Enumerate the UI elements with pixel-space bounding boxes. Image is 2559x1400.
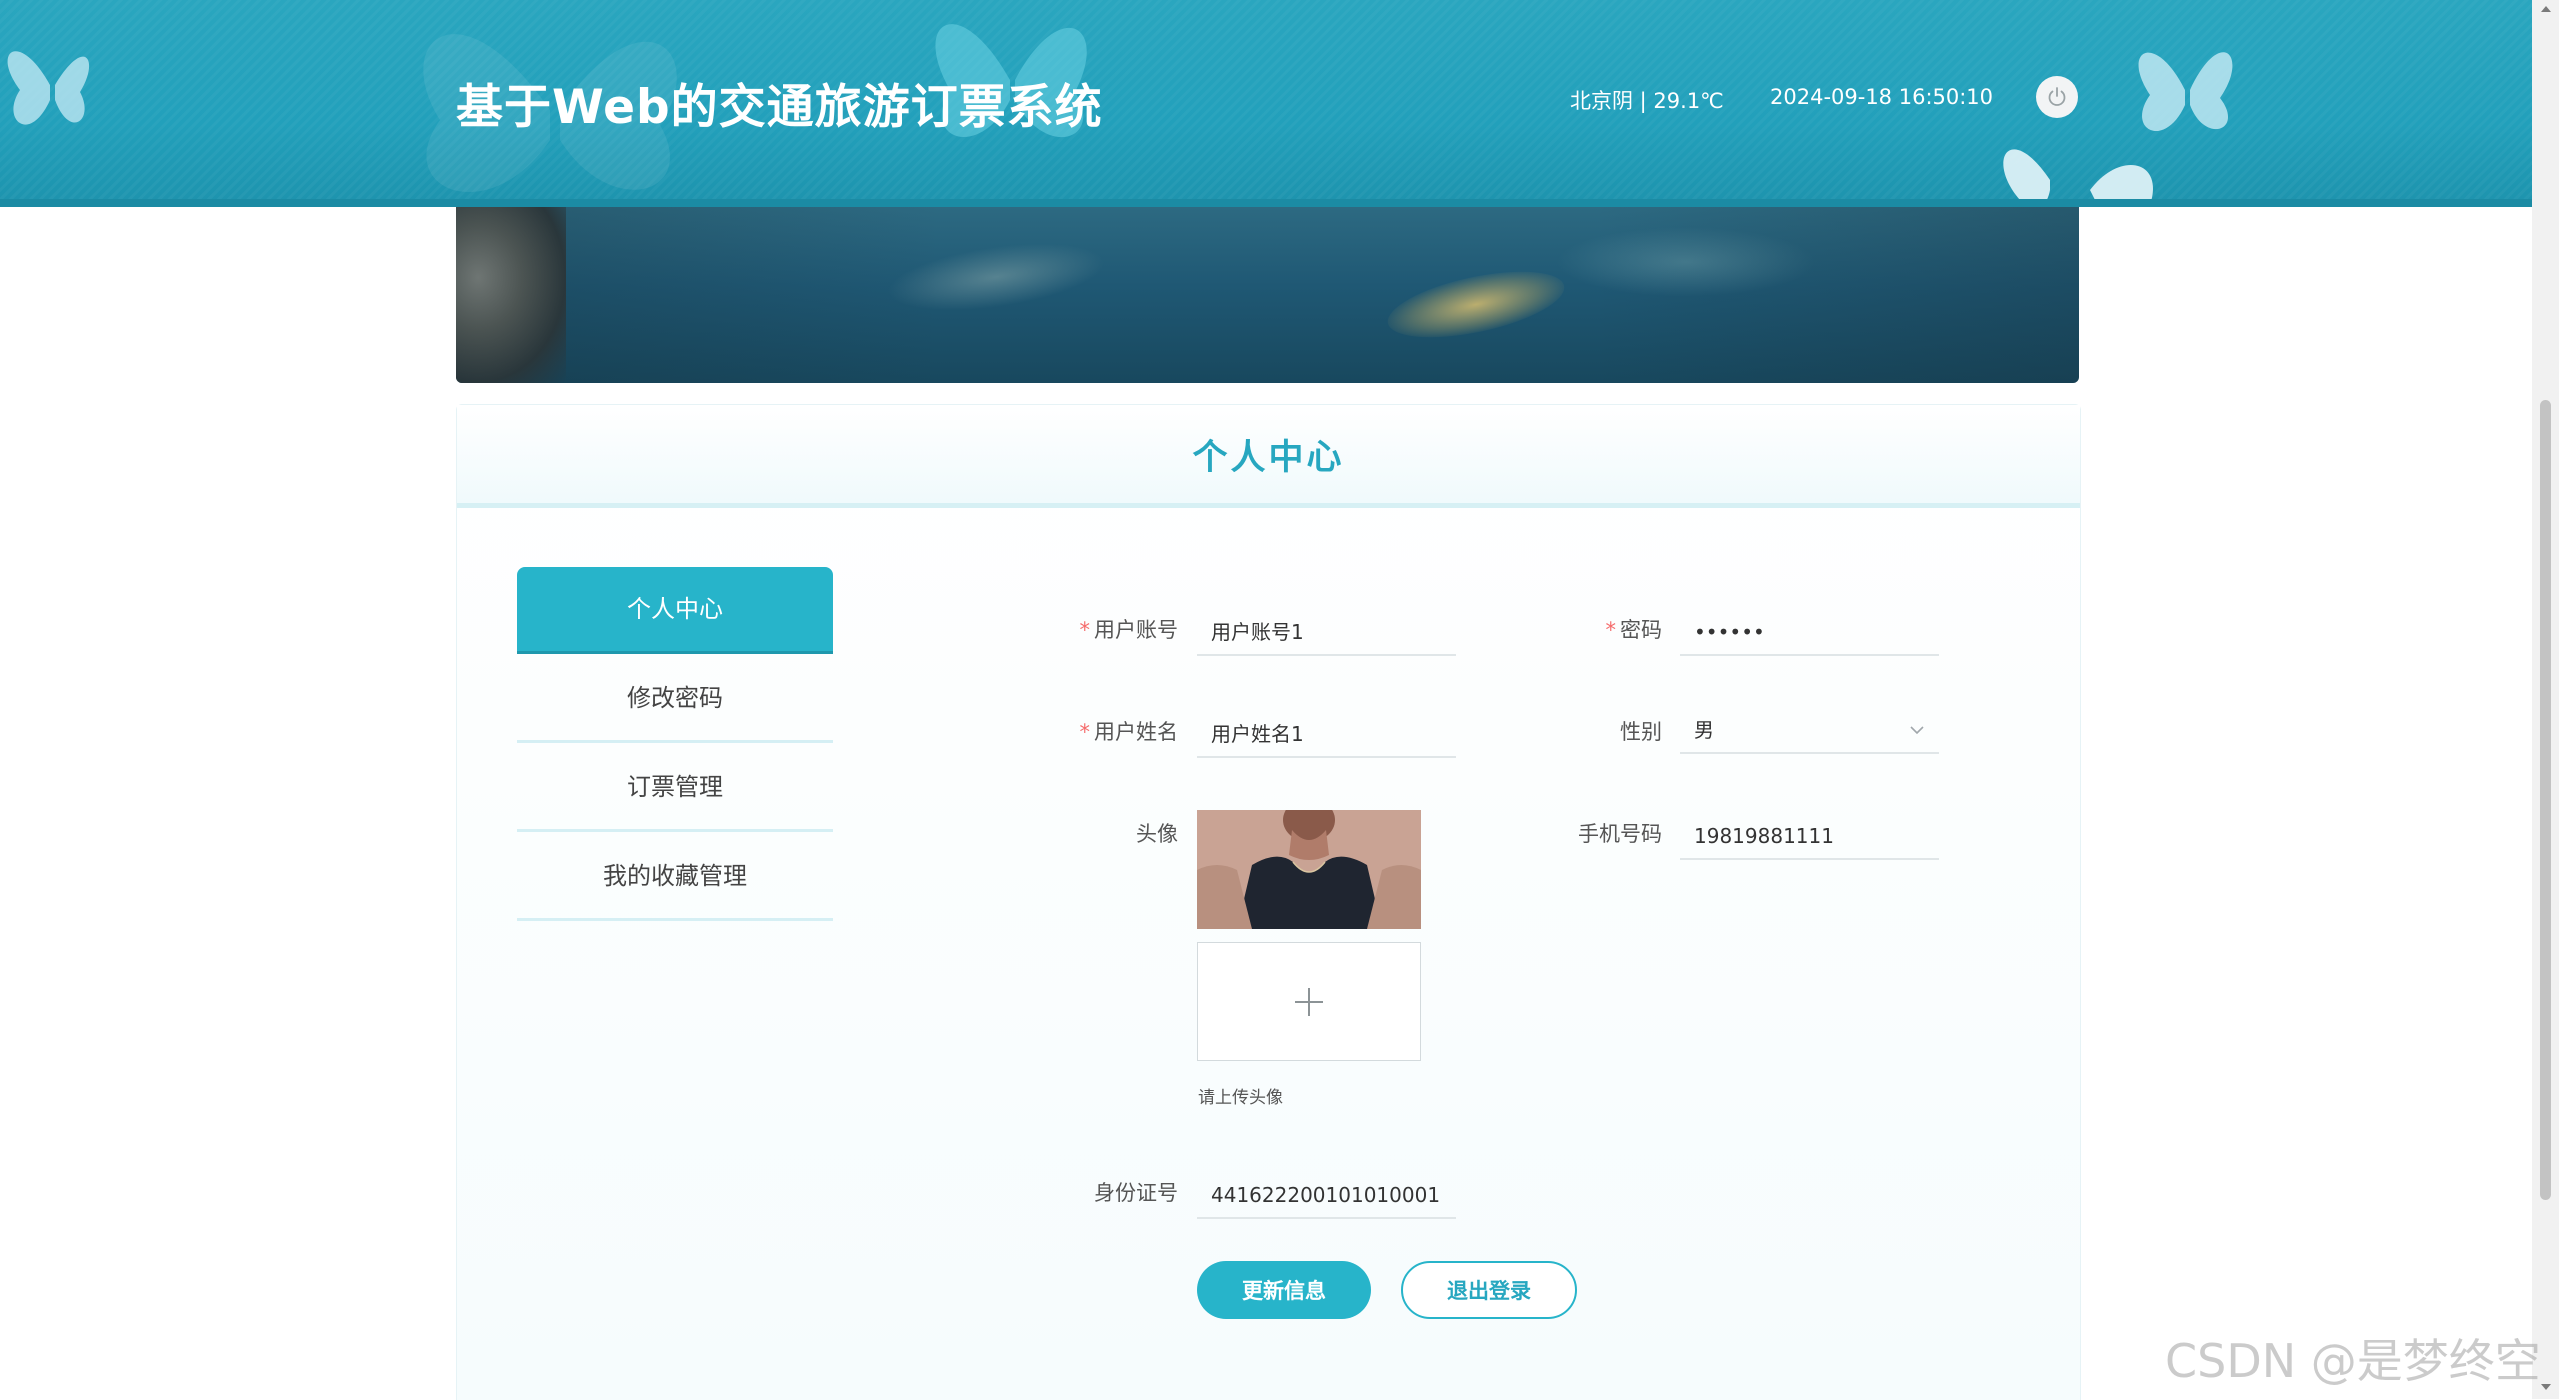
- avatar-upload-box[interactable]: [1197, 942, 1421, 1061]
- phone-label: 手机号码: [1578, 822, 1662, 846]
- page-scrollbar[interactable]: [2532, 0, 2559, 1399]
- current-datetime: 2024-09-18 16:50:10: [1770, 85, 1994, 109]
- password-label: * 密码: [1605, 618, 1663, 642]
- panel-title: 个人中心: [1192, 438, 1345, 478]
- menu-item-favorites-management[interactable]: 我的收藏管理: [517, 834, 833, 921]
- account-label: * 用户账号: [1079, 618, 1179, 642]
- id-card-input[interactable]: 441622200101010001: [1197, 1171, 1456, 1219]
- name-label: * 用户姓名: [1079, 720, 1179, 744]
- weather-info: 北京阴 | 29.1℃: [1570, 89, 1724, 113]
- menu-item-profile[interactable]: 个人中心: [517, 567, 833, 654]
- avatar-photo: [1197, 810, 1421, 929]
- required-mark: *: [1605, 618, 1617, 642]
- chevron-down-icon: [1910, 726, 1924, 735]
- gender-select-value: 男: [1694, 718, 1714, 742]
- avatar-label: 头像: [1136, 822, 1178, 846]
- header-bottom-stripe: [0, 199, 2532, 207]
- hero-banner-image: [456, 207, 2079, 383]
- avatar-image[interactable]: [1197, 810, 1421, 929]
- watermark: CSDN @是梦终空: [2165, 1334, 2541, 1388]
- gender-label: 性别: [1620, 720, 1662, 744]
- side-menu: 个人中心 修改密码 订票管理 我的收藏管理: [517, 567, 833, 923]
- power-icon: [2048, 87, 2066, 106]
- butterfly-decoration: [7, 51, 90, 125]
- id-card-label: 身份证号: [1094, 1181, 1178, 1205]
- account-input[interactable]: 用户账号1: [1197, 608, 1456, 656]
- update-info-button[interactable]: 更新信息: [1197, 1261, 1371, 1319]
- name-input[interactable]: 用户姓名1: [1197, 710, 1456, 758]
- logout-power-button[interactable]: [2036, 76, 2078, 118]
- avatar-upload-hint: 请上传头像: [1198, 1088, 1283, 1108]
- scrollbar-thumb[interactable]: [2540, 400, 2551, 1200]
- site-title: 基于Web的交通旅游订票系统: [456, 80, 1103, 135]
- panel-header: 个人中心: [457, 405, 2080, 508]
- gender-select[interactable]: 男: [1680, 706, 1939, 754]
- top-header: 基于Web的交通旅游订票系统 北京阴 | 29.1℃ 2024-09-18 16…: [0, 0, 2532, 207]
- phone-input[interactable]: 19819881111: [1680, 812, 1939, 860]
- logout-button[interactable]: 退出登录: [1401, 1261, 1577, 1319]
- required-mark: *: [1079, 618, 1091, 642]
- menu-item-booking-management[interactable]: 订票管理: [517, 745, 833, 832]
- menu-item-change-password[interactable]: 修改密码: [517, 656, 833, 743]
- scroll-up-arrow[interactable]: [2541, 6, 2551, 12]
- banner-shade: [456, 207, 2079, 383]
- plus-icon: [1295, 987, 1323, 1016]
- scroll-down-arrow[interactable]: [2541, 1384, 2551, 1390]
- password-input[interactable]: ••••••: [1680, 608, 1939, 656]
- butterfly-decoration: [2138, 52, 2233, 132]
- required-mark: *: [1079, 720, 1091, 744]
